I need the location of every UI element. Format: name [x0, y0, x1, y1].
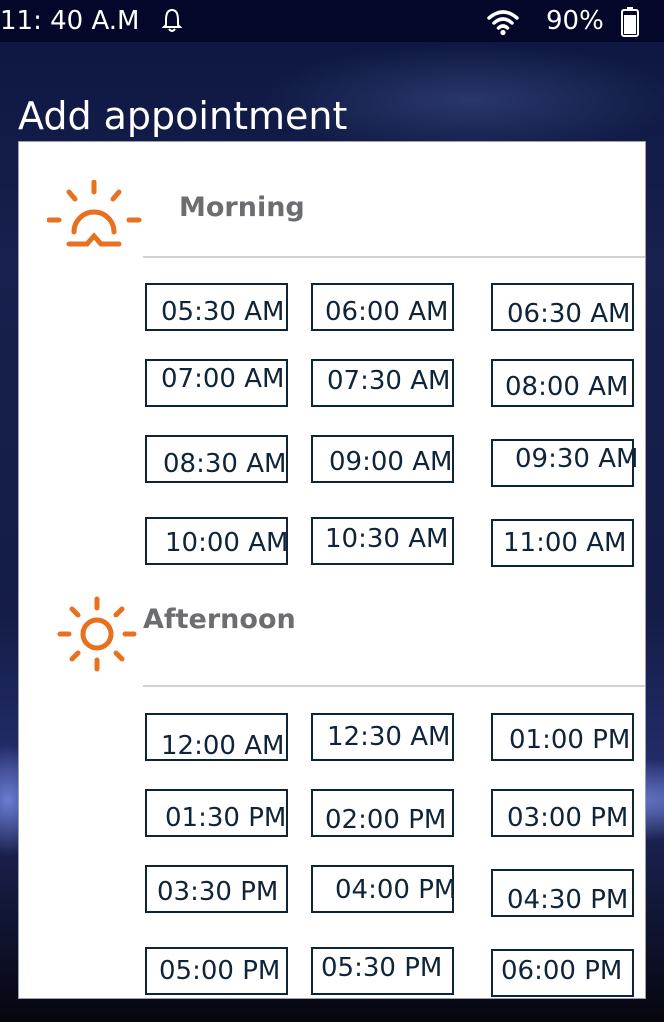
appointment-panel: Morning Afternoon 05:30 AM 06:00 AM 06:3… [18, 141, 646, 999]
time-slot-button[interactable]: 07:00 AM [145, 359, 288, 407]
time-slot-label: 11:00 AM [503, 528, 627, 558]
time-slot-button[interactable]: 05:30 AM [145, 283, 288, 331]
time-slot-button[interactable]: 10:00 AM [145, 517, 288, 565]
time-slot-label: 07:00 AM [161, 364, 285, 394]
status-bar: 11: 40 A.M 90% [0, 0, 664, 42]
time-slot-label: 05:30 AM [161, 297, 285, 327]
time-slot-button[interactable]: 09:30 AM [491, 439, 638, 487]
time-slot-button[interactable]: 07:30 AM [311, 359, 454, 407]
time-slot-button[interactable]: 08:30 AM [145, 435, 288, 483]
time-slot-button[interactable]: 08:00 AM [491, 359, 634, 407]
time-slot-button[interactable]: 01:00 PM [491, 713, 634, 761]
time-slot-button[interactable]: 03:00 PM [491, 789, 634, 837]
battery-icon [621, 7, 639, 37]
time-slot-label: 04:00 PM [335, 875, 457, 905]
time-slot-label: 03:00 PM [507, 803, 629, 833]
page-title: Add appointment [18, 94, 348, 138]
time-slot-label: 10:30 AM [325, 524, 449, 554]
time-slot-button[interactable]: 09:00 AM [311, 435, 454, 483]
bell-icon [162, 8, 182, 32]
time-slot-button[interactable]: 01:30 PM [145, 789, 288, 837]
time-slot-button[interactable]: 04:30 PM [491, 869, 634, 917]
time-slot-label: 06:00 AM [325, 297, 449, 327]
time-slot-label: 04:30 PM [507, 885, 629, 915]
time-slot-button[interactable]: 05:30 PM [311, 947, 454, 995]
time-slot-button[interactable]: 04:00 PM [311, 865, 457, 913]
section-divider [143, 256, 645, 258]
time-slot-button[interactable]: 05:00 PM [145, 947, 288, 995]
time-slot-label: 08:30 AM [163, 449, 287, 479]
time-slot-label: 12:00 AM [161, 731, 285, 761]
time-slot-label: 09:00 AM [329, 447, 453, 477]
time-slot-label: 12:30 AM [327, 722, 451, 752]
time-slot-button[interactable]: 06:30 AM [491, 283, 634, 331]
section-label-morning: Morning [179, 192, 305, 223]
time-slot-label: 06:30 AM [507, 299, 631, 329]
time-slot-label: 09:30 AM [515, 444, 639, 474]
time-slot-button[interactable]: 03:30 PM [145, 865, 288, 913]
time-slot-button[interactable]: 12:00 AM [145, 713, 288, 761]
time-slot-button[interactable]: 11:00 AM [491, 519, 634, 567]
wifi-icon [487, 10, 519, 36]
time-slot-label: 05:00 PM [159, 956, 281, 986]
time-slot-label: 10:00 AM [165, 528, 289, 558]
time-slot-label: 06:00 PM [501, 956, 623, 986]
time-slot-label: 02:00 PM [325, 805, 447, 835]
time-slot-button[interactable]: 12:30 AM [311, 713, 454, 761]
time-slot-label: 01:30 PM [165, 803, 287, 833]
time-slot-label: 05:30 PM [321, 953, 443, 983]
time-slot-button[interactable]: 02:00 PM [311, 789, 454, 837]
time-slot-button[interactable]: 10:30 AM [311, 517, 454, 565]
section-divider [143, 685, 645, 687]
time-slot-button[interactable]: 06:00 PM [491, 949, 634, 997]
section-label-afternoon: Afternoon [143, 604, 296, 635]
battery-percent: 90% [546, 6, 604, 36]
sun-icon [57, 596, 137, 672]
time-slot-label: 03:30 PM [157, 877, 279, 907]
sunrise-icon [47, 180, 142, 247]
status-time: 11: 40 A.M [0, 6, 140, 36]
time-slot-label: 08:00 AM [505, 372, 629, 402]
time-slot-label: 01:00 PM [509, 725, 631, 755]
time-slot-label: 07:30 AM [327, 366, 451, 396]
time-slot-button[interactable]: 06:00 AM [311, 283, 454, 331]
